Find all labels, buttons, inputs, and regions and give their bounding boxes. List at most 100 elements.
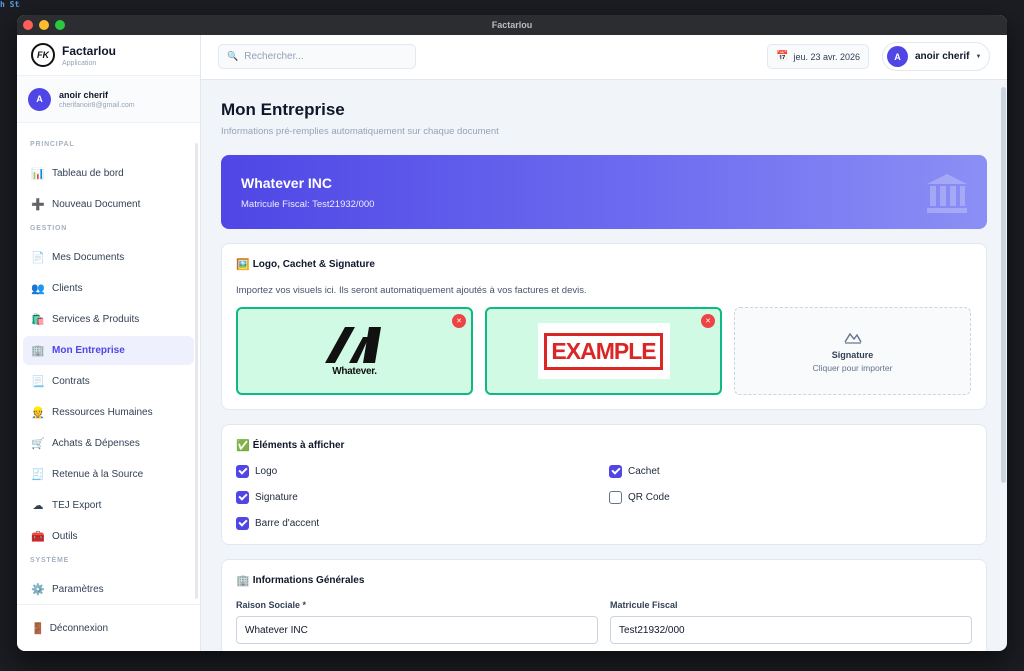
stamp-upload[interactable]: EXAMPLE ✕ [485, 307, 722, 395]
page-content: Mon Entreprise Informations pré-remplies… [201, 80, 1007, 651]
matricule-fiscal-input[interactable] [610, 616, 972, 644]
general-info-title: 🏢 Informations Générales [236, 574, 972, 587]
sidebar-item-retenue-la-source[interactable]: 🧾 Retenue à la Source [23, 460, 194, 489]
nav-section-title: SYSTÈME [30, 557, 70, 564]
check-mark-icon: ✅ [236, 440, 250, 452]
checkbox-unchecked-icon[interactable] [609, 490, 622, 504]
checkbox-qr-code[interactable]: QR Code [609, 490, 972, 504]
minimize-window-button[interactable] [39, 20, 49, 30]
stamp-image: EXAMPLE [537, 323, 670, 379]
visuals-description: Importez vos visuels ici. Ils seront aut… [236, 285, 587, 296]
main-scrollbar[interactable] [1001, 87, 1006, 483]
avatar: A [28, 87, 51, 111]
whatever-logo-icon [324, 327, 381, 363]
sidebar-user[interactable]: A anoir cherif cherifanoir8@gmail.com [17, 76, 200, 123]
checkbox-checked-icon[interactable] [609, 464, 622, 478]
sidebar-item-label: Paramètres [52, 584, 104, 595]
sidebar-item-clients[interactable]: 👥 Clients [23, 274, 194, 303]
logo-wordmark: Whatever. [332, 366, 377, 377]
checkbox-label: Cachet [628, 465, 660, 477]
signature-label: Signature [831, 349, 874, 360]
sidebar-item-contrats[interactable]: 📃 Contrats [23, 367, 194, 396]
sidebar-item-label: Tableau de bord [52, 168, 124, 179]
sidebar-item-tableau-de-bord[interactable]: 📊 Tableau de bord [23, 159, 194, 188]
cloud-icon: ☁ [32, 500, 44, 512]
sidebar: FK Factarlou Application A anoir cherif … [17, 35, 201, 651]
sidebar-item-param-tres[interactable]: ⚙️ Paramètres [23, 575, 194, 604]
sidebar-scrollbar[interactable] [195, 143, 198, 599]
sidebar-item-label: Retenue à la Source [52, 469, 144, 480]
checkbox-barre-d-accent[interactable]: Barre d'accent [236, 516, 609, 530]
current-date: jeu. 23 avr. 2026 [793, 51, 861, 62]
sidebar-item-ressources-humaines[interactable]: 👷 Ressources Humaines [23, 398, 194, 427]
receipt-icon: 🧾 [31, 469, 45, 481]
checkbox-checked-icon[interactable] [236, 516, 249, 530]
checkbox-logo[interactable]: Logo [236, 464, 609, 478]
worker-icon: 👷 [31, 407, 45, 419]
upload-slots: Whatever. ✕ EXAMPLE ✕ Signature Cliquer … [236, 307, 972, 395]
checkbox-cachet[interactable]: Cachet [609, 464, 972, 478]
signature-icon [843, 332, 862, 344]
logout-button[interactable]: 🚪 Déconnexion [17, 604, 200, 651]
nav-section-title: PRINCIPAL [30, 141, 75, 148]
gear-icon: ⚙️ [31, 584, 45, 596]
date-chip: 📅 jeu. 23 avr. 2026 [767, 44, 870, 69]
brand-logo-icon: FK [31, 43, 55, 67]
user-menu-button[interactable]: A anoir cherif ▼ [882, 42, 991, 71]
display-options-title: ✅ Éléments à afficher [236, 439, 972, 452]
company-logo-image: Whatever. [323, 325, 387, 377]
checkbox-signature[interactable]: Signature [236, 490, 609, 504]
signature-upload[interactable]: Signature Cliquer pour importer [734, 307, 971, 395]
search-icon: 🔍 [227, 51, 239, 61]
remove-logo-button[interactable]: ✕ [452, 314, 466, 328]
checkbox-checked-icon[interactable] [236, 464, 249, 478]
document-icon: 📄 [31, 252, 45, 264]
users-icon: 👥 [31, 283, 45, 295]
sidebar-item-nouveau-document[interactable]: ➕ Nouveau Document [23, 190, 194, 219]
shopping-bags-icon: 🛍️ [31, 314, 45, 326]
sidebar-item-label: Outils [52, 531, 78, 542]
app-window: Factarlou FK Factarlou Application A ano… [17, 15, 1007, 651]
sidebar-item-tej-export[interactable]: ☁ TEJ Export [23, 491, 194, 520]
search-box[interactable]: 🔍 [218, 44, 416, 69]
raison-sociale-input[interactable] [236, 616, 598, 644]
company-name: Whatever INC [241, 175, 333, 191]
signature-hint: Cliquer pour importer [812, 362, 893, 373]
avatar: A [887, 46, 908, 67]
checkbox-label: Signature [255, 491, 298, 503]
stamp-text: EXAMPLE [544, 332, 663, 370]
main-area: 🔍 📅 jeu. 23 avr. 2026 A anoir cherif ▼ M… [201, 35, 1007, 651]
logo-upload[interactable]: Whatever. ✕ [236, 307, 473, 395]
title-bar: Factarlou [17, 15, 1007, 35]
brand-subtitle: Application [62, 59, 97, 67]
shopping-cart-icon: 🛒 [31, 438, 45, 450]
picture-icon: 🖼️ [236, 259, 250, 271]
search-input[interactable] [244, 51, 405, 62]
visuals-card: 🖼️ Logo, Cachet & Signature Importez vos… [221, 243, 987, 410]
sidebar-item-mes-documents[interactable]: 📄 Mes Documents [23, 243, 194, 272]
door-icon: 🚪 [31, 622, 45, 635]
checkbox-label: QR Code [628, 491, 670, 503]
sidebar-item-mon-entreprise[interactable]: 🏢 Mon Entreprise [23, 336, 194, 365]
logout-label: Déconnexion [49, 622, 109, 634]
sidebar-item-label: Ressources Humaines [52, 407, 153, 418]
sidebar-item-achats-d-penses[interactable]: 🛒 Achats & Dépenses [23, 429, 194, 458]
user-menu-name: anoir cherif [915, 51, 970, 62]
top-bar: 🔍 📅 jeu. 23 avr. 2026 A anoir cherif ▼ [201, 35, 1007, 80]
display-options-card: ✅ Éléments à afficher Logo Cachet Signatur… [221, 424, 987, 545]
company-banner: Whatever INC Matricule Fiscal: Test21932… [221, 155, 987, 229]
nav-section-title: GESTION [30, 225, 68, 232]
close-window-button[interactable] [23, 20, 33, 30]
sidebar-item-outils[interactable]: 🧰 Outils [23, 522, 194, 551]
general-info-card: 🏢 Informations Générales Raison Sociale … [221, 559, 987, 651]
checkbox-checked-icon[interactable] [236, 490, 249, 504]
maximize-window-button[interactable] [55, 20, 65, 30]
checkbox-label: Barre d'accent [255, 517, 320, 529]
app-body: FK Factarlou Application A anoir cherif … [17, 35, 1007, 651]
user-email: cherifanoir8@gmail.com [59, 101, 135, 109]
sidebar-item-label: Mes Documents [52, 252, 125, 263]
raison-sociale-label: Raison Sociale * [236, 600, 307, 610]
remove-stamp-button[interactable]: ✕ [701, 314, 715, 328]
page-subtitle: Informations pré-remplies automatiquemen… [221, 126, 499, 137]
sidebar-item-services-produits[interactable]: 🛍️ Services & Produits [23, 305, 194, 334]
